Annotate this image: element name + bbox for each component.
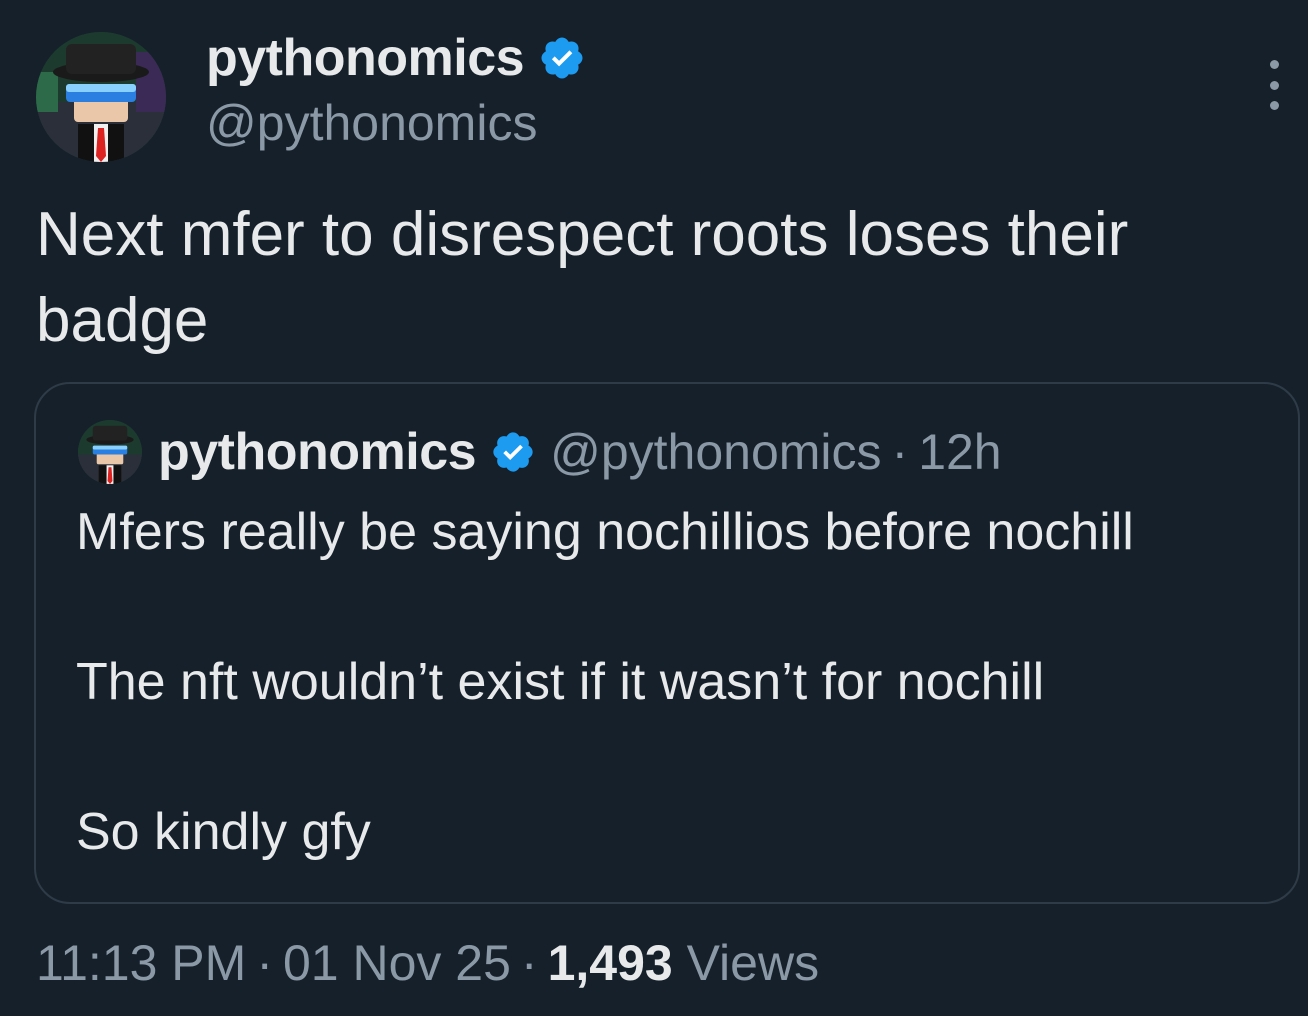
quoted-text-line: The nft wouldn’t exist if it wasn’t for … [76,653,1045,711]
quoted-text-line: Mfers really be saying nochillios before… [76,503,1134,561]
views-label: Views [686,935,820,991]
author-display-name[interactable]: pythonomics [206,28,525,88]
separator-dot: · [256,935,273,991]
avatar-image [36,32,166,162]
quoted-timestamp[interactable]: 12h [918,423,1001,481]
quoted-tweet[interactable]: pythonomics @pythonomics · 12h Mfers rea… [34,382,1300,904]
verified-badge-icon [493,432,533,472]
separator-dot: · [520,935,538,991]
separator-dot: · [891,424,909,480]
quoted-handle[interactable]: @pythonomics [550,423,881,481]
verified-badge-icon [541,37,583,79]
quoted-avatar-image [78,420,142,484]
tweet-text: Next mfer to disrespect roots loses thei… [36,200,1129,355]
quoted-header: pythonomics @pythonomics · 12h [158,420,1002,484]
tweet-meta: 11:13 PM · 01 Nov 25 · 1,493 Views [36,934,819,992]
quoted-avatar[interactable] [78,420,142,484]
quoted-text-line: So kindly gfy [76,803,371,861]
quoted-display-name[interactable]: pythonomics [158,422,477,482]
tweet-date[interactable]: 01 Nov 25 [283,935,511,991]
author-handle[interactable]: @pythonomics [206,94,537,152]
tweet-time[interactable]: 11:13 PM [36,935,246,991]
views-count[interactable]: 1,493 [548,935,673,991]
more-vertical-icon[interactable] [1262,60,1286,110]
avatar[interactable] [36,32,166,162]
